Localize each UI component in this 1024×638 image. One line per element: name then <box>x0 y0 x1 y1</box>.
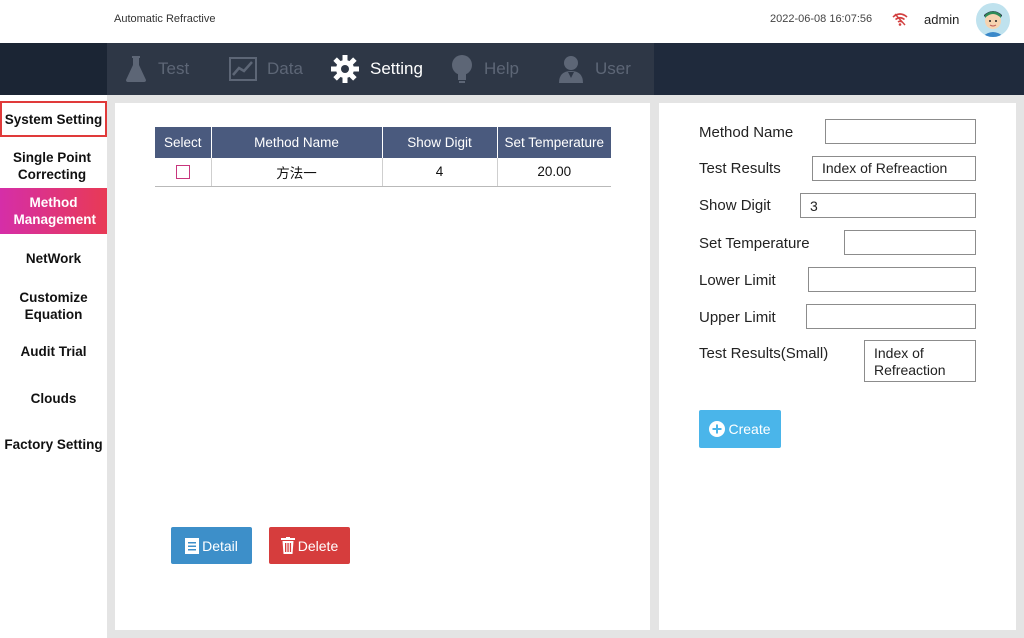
column-header-method-name: Method Name <box>211 127 383 158</box>
sidebar-item-audit-trial[interactable]: Audit Trial <box>0 340 107 362</box>
sidebar-item-label: Factory Setting <box>4 436 103 452</box>
sidebar-item-label: Audit Trial <box>20 343 87 359</box>
tab-data[interactable]: Data <box>229 43 303 95</box>
datetime-display: 2022-06-08 16:07:56 <box>770 13 873 25</box>
column-header-show-digit: Show Digit <box>382 127 498 158</box>
sidebar-item-label: Method Management <box>13 195 97 227</box>
method-name-input[interactable] <box>825 119 976 144</box>
sidebar-item-label: System Setting <box>4 111 103 127</box>
detail-button[interactable]: Detail <box>171 527 252 564</box>
tab-setting-label: Setting <box>370 59 423 78</box>
sidebar-item-label: NetWork <box>25 250 82 266</box>
sidebar-item-network[interactable]: NetWork <box>0 247 107 269</box>
avatar[interactable] <box>976 3 1010 37</box>
method-name-label: Method Name <box>699 124 794 141</box>
sidebar-item-label: Clouds <box>30 390 77 406</box>
user-icon <box>559 56 583 83</box>
create-button[interactable]: Create <box>699 410 781 448</box>
delete-button[interactable]: Delete <box>269 527 350 564</box>
user-avatar-icon <box>976 3 1010 37</box>
table-row[interactable]: 方法一 4 20.00 <box>155 158 611 187</box>
flask-icon <box>126 56 146 82</box>
tab-setting[interactable]: Setting <box>330 43 423 95</box>
set-temperature-input[interactable] <box>844 230 976 255</box>
line-chart-icon <box>229 57 257 81</box>
set-temperature-label: Set Temperature <box>699 235 810 252</box>
column-header-select: Select <box>155 127 212 158</box>
top-header: Automatic Refractive 2022-06-08 16:07:56… <box>0 0 1024 43</box>
wifi-disconnected-icon <box>892 13 908 26</box>
sidebar-item-label: Customize Equation <box>19 290 88 322</box>
row-select-checkbox[interactable] <box>175 165 190 180</box>
show-digit-cell: 4 <box>382 158 498 187</box>
method-name-cell: 方法一 <box>211 158 383 187</box>
lower-limit-input[interactable] <box>808 267 976 292</box>
show-digit-input[interactable] <box>800 193 976 218</box>
main-nav: Test Data Setting Help User <box>0 43 1024 95</box>
sidebar-item-label: Single Point Correcting <box>12 150 91 182</box>
tab-help-label: Help <box>484 59 519 78</box>
plus-circle-icon <box>709 421 726 437</box>
detail-button-label: Detail <box>202 537 238 554</box>
tab-test-label: Test <box>158 59 190 78</box>
tab-user[interactable]: User <box>557 43 631 95</box>
nav-left-block <box>0 43 107 95</box>
tab-data-label: Data <box>267 59 303 78</box>
lower-limit-label: Lower Limit <box>699 272 776 289</box>
upper-limit-label: Upper Limit <box>699 309 776 326</box>
sidebar-item-clouds[interactable]: Clouds <box>0 387 107 409</box>
tab-help[interactable]: Help <box>450 43 519 95</box>
sidebar-item-system-setting[interactable]: System Setting <box>0 101 107 137</box>
create-button-label: Create <box>728 421 771 437</box>
sidebar-item-method-management[interactable]: Method Management <box>0 188 107 234</box>
show-digit-label: Show Digit <box>699 197 771 214</box>
document-icon <box>185 537 200 554</box>
trash-icon <box>280 537 295 554</box>
tab-user-label: User <box>595 59 631 78</box>
username-label[interactable]: admin <box>924 12 959 27</box>
delete-button-label: Delete <box>297 537 339 554</box>
set-temperature-cell: 20.00 <box>497 158 611 187</box>
sidebar-item-single-point-correcting[interactable]: Single Point Correcting <box>0 148 104 184</box>
lightbulb-icon <box>452 55 472 83</box>
test-results-label: Test Results <box>699 160 781 177</box>
select-cell <box>155 158 212 187</box>
sidebar-item-factory-setting[interactable]: Factory Setting <box>0 433 107 455</box>
column-header-set-temperature: Set Temperature <box>497 127 611 158</box>
upper-limit-input[interactable] <box>806 304 976 329</box>
app-title: Automatic Refractive <box>114 13 216 25</box>
test-results-small-select[interactable]: Index of Refreaction <box>864 340 976 382</box>
gear-icon <box>331 55 359 83</box>
test-results-small-label: Test Results(Small) <box>699 345 829 362</box>
tab-test[interactable]: Test <box>124 43 189 95</box>
sidebar-item-customize-equation[interactable]: Customize Equation <box>0 288 107 324</box>
method-table: Select Method Name Show Digit Set Temper… <box>155 127 611 187</box>
test-results-select[interactable]: Index of Refreaction <box>812 156 976 181</box>
table-header-row: Select Method Name Show Digit Set Temper… <box>155 127 611 158</box>
